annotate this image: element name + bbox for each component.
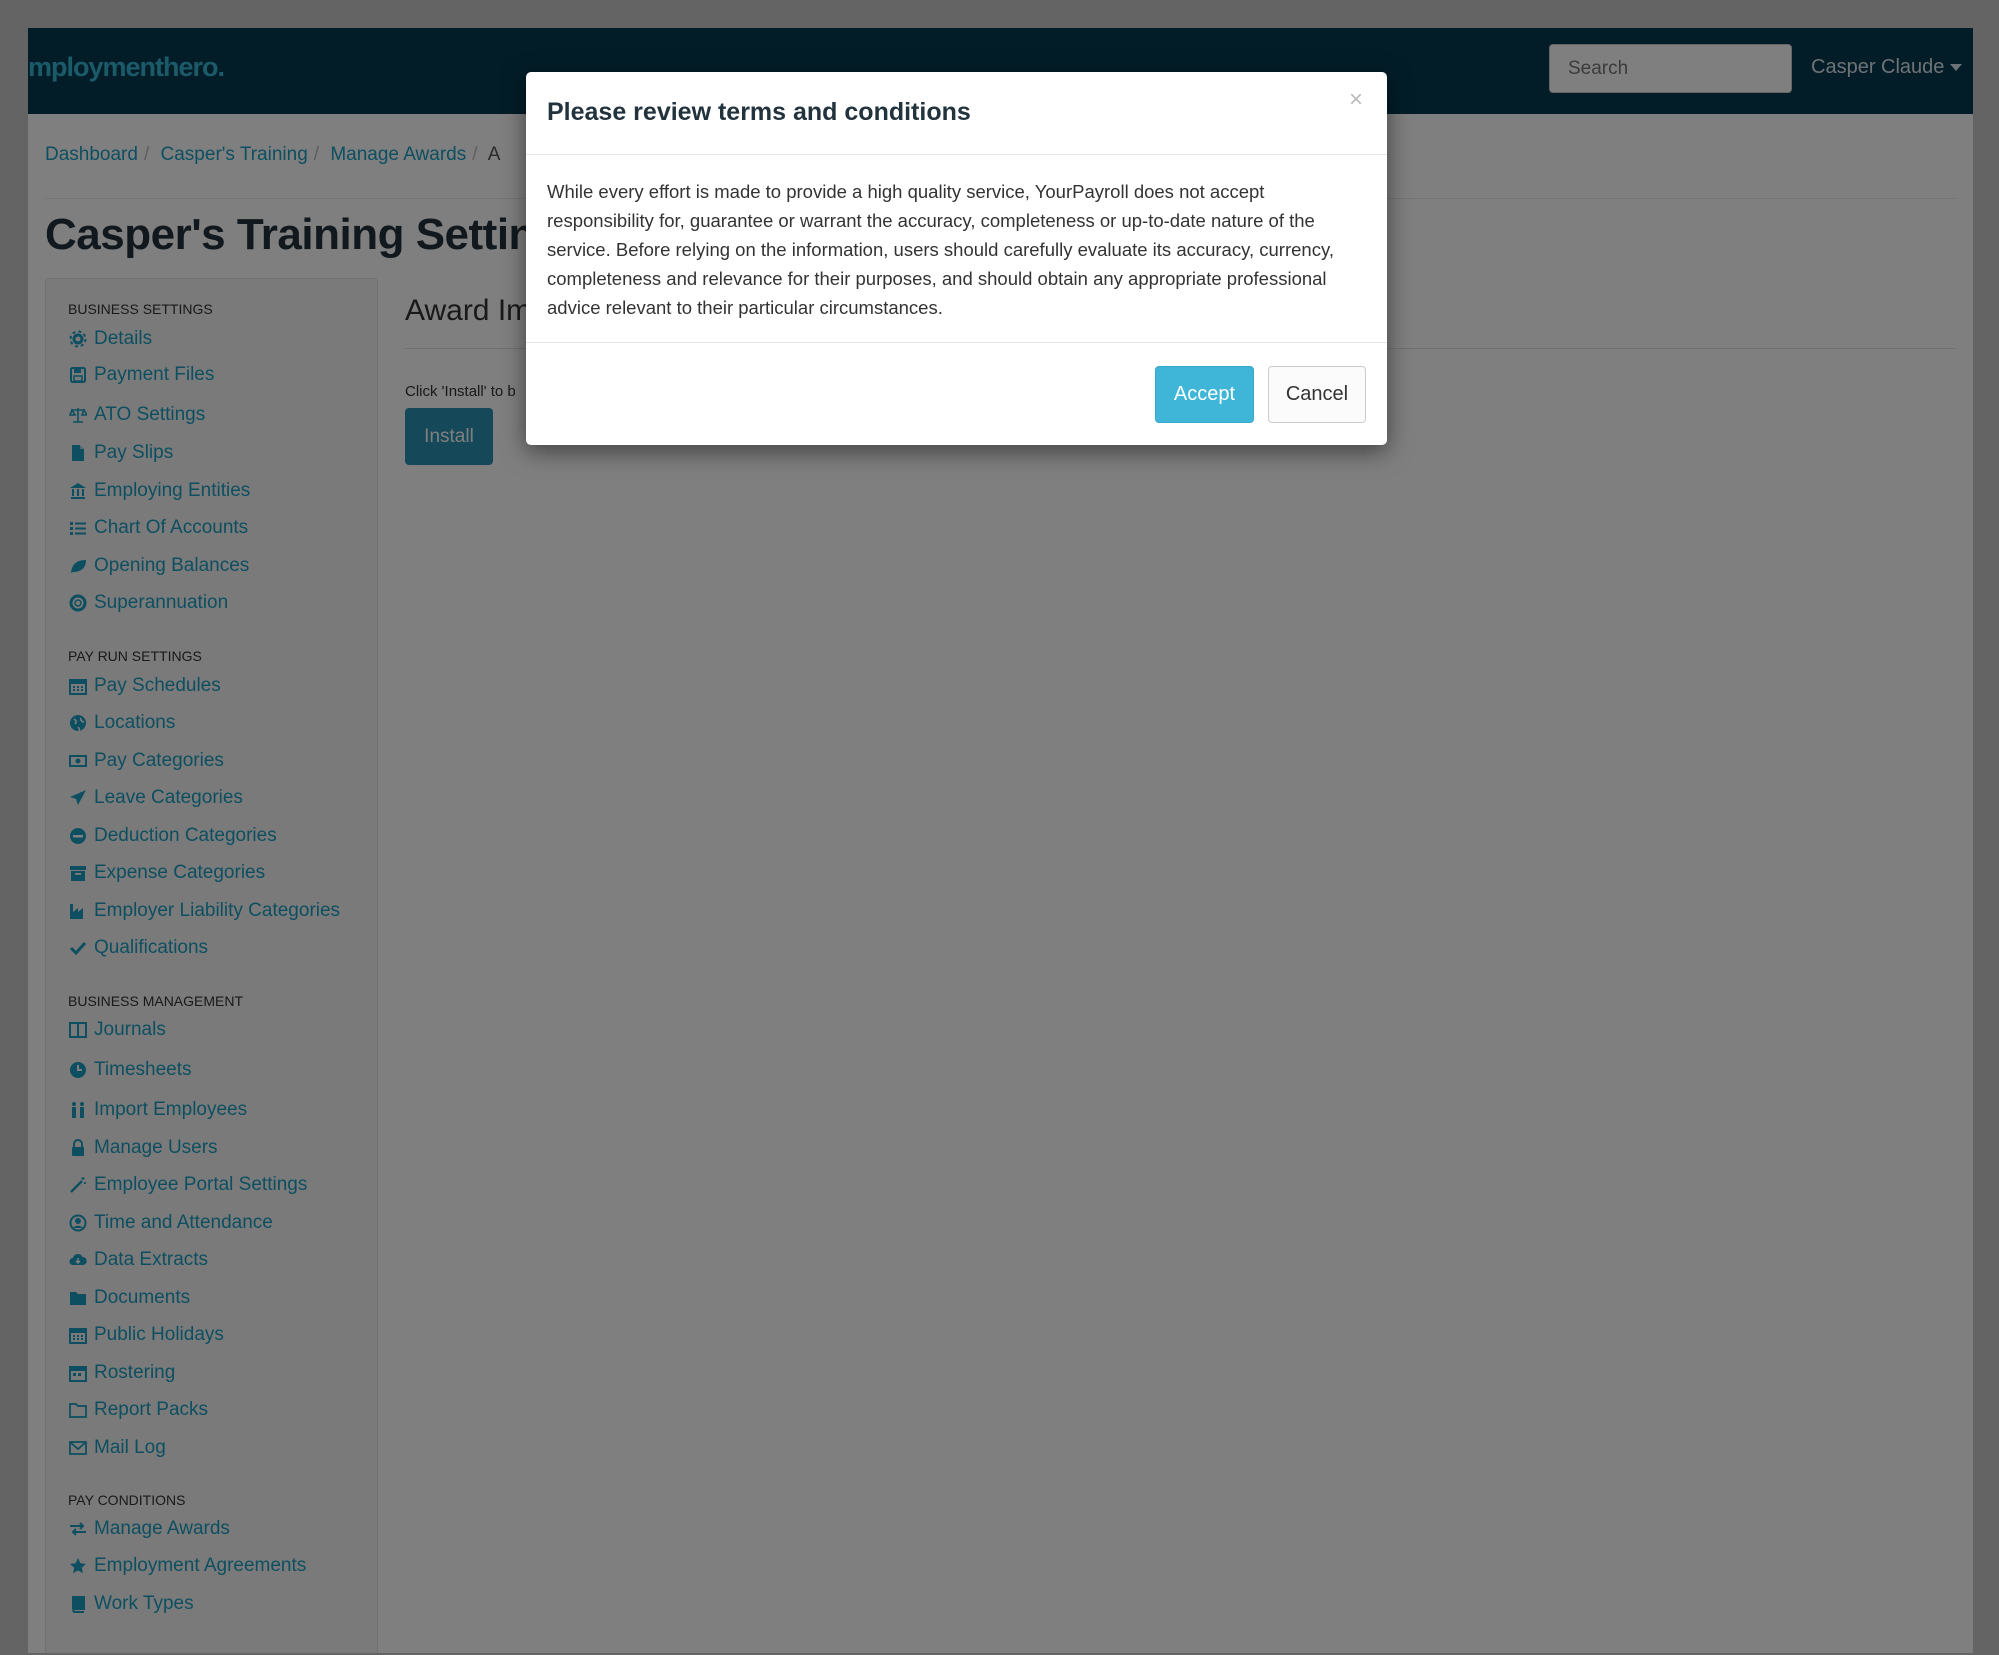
cancel-button[interactable]: Cancel [1268,366,1366,423]
close-icon[interactable]: × [1349,88,1363,112]
accept-button[interactable]: Accept [1155,366,1254,423]
modal-title: Please review terms and conditions [547,98,971,126]
divider [526,342,1387,343]
divider [526,154,1387,155]
modal-body-text: While every effort is made to provide a … [547,181,1334,318]
terms-modal: Please review terms and conditions × Whi… [526,72,1387,445]
